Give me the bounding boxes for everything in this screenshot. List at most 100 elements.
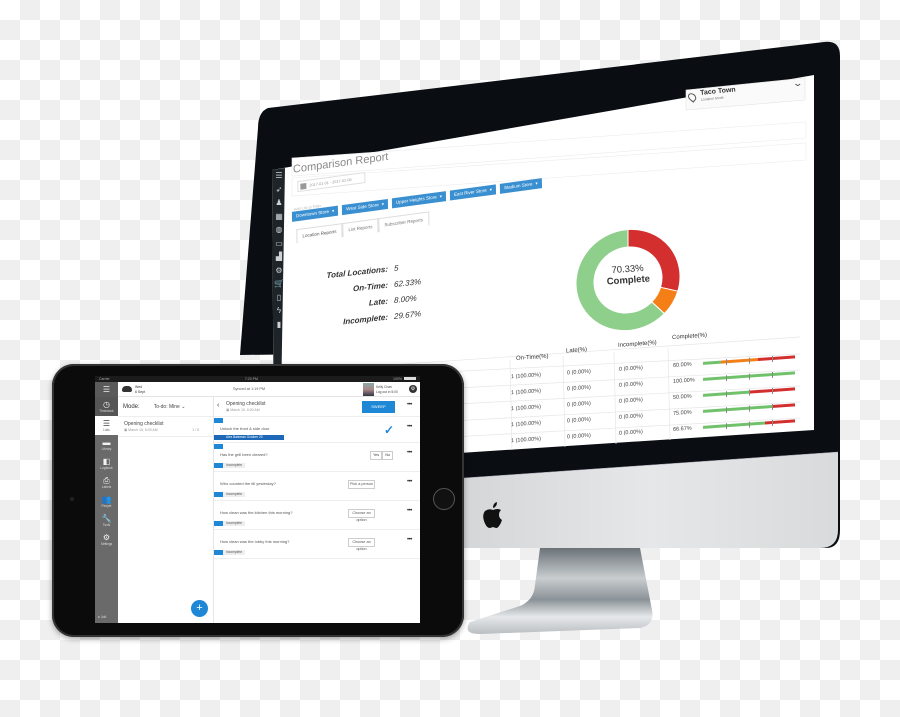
printer-icon: ⎙ <box>103 476 110 485</box>
remove-tag-icon[interactable]: ▾ <box>490 187 492 192</box>
bar-tick <box>772 403 773 410</box>
mode-selector[interactable]: Mode: To-do: Mine ⌄ <box>118 397 213 417</box>
menu-icon[interactable]: ☰ <box>95 382 118 397</box>
clipboard-icon[interactable]: ▯ <box>277 292 281 304</box>
completion-bar <box>703 355 795 365</box>
sync-status: Synced at 1:19 PM <box>233 387 266 391</box>
complete-cell: 66.67% <box>673 425 692 433</box>
cloud-weather-icon <box>122 386 132 392</box>
completion-bar <box>703 419 795 429</box>
task-item: How clean was the kitchen this morning? I… <box>214 501 420 530</box>
task-item: Has the grill been cleared? Incomplete Yes… <box>214 443 420 472</box>
on-time-cell: 1 (100.00%) <box>511 436 541 445</box>
bar-tick <box>772 371 773 378</box>
remove-tag-icon[interactable]: ▾ <box>332 208 334 213</box>
completion-bar-segment <box>764 419 795 425</box>
rocket-icon[interactable]: ➶ <box>276 184 283 196</box>
bar-tick <box>749 421 750 428</box>
task-item: Who counted the till yesterday? Incomplet… <box>214 472 420 501</box>
more-options-icon[interactable]: ••• <box>407 537 412 543</box>
sidebar-item-label: Logbook <box>100 466 113 470</box>
detail-header: ‹ Opening checklist ▣ March 15, 6:00 AM … <box>214 397 420 417</box>
more-options-icon[interactable]: ••• <box>407 508 412 514</box>
completion-bar-segment <box>703 405 772 413</box>
tablet-screen: Carrier 7:20 PM 100% ☰ Wed 6 Sept Synced… <box>95 376 420 623</box>
summary-stats: Total Locations: 5 On-Time: 62.33% Late: 8.… <box>318 261 422 329</box>
back-chevron-icon[interactable]: ‹ <box>217 402 219 409</box>
chevron-down-icon[interactable]: ⌄ <box>792 78 803 89</box>
remove-tag-icon[interactable]: ▾ <box>535 181 537 186</box>
task-question: Who counted the till yesterday? <box>220 481 276 486</box>
task-item: How clean was the lobby this morning? Inc… <box>214 530 420 559</box>
gear-icon[interactable]: ⚙ <box>409 385 417 393</box>
donut-center-label: 70.33% Complete <box>597 262 658 288</box>
user-info[interactable]: Kelly Chan Log out in 5:00 <box>376 385 398 394</box>
task-flag-icon <box>214 418 223 423</box>
battery-text: 100% <box>393 377 402 381</box>
task-status-badge: Incomplete <box>214 521 246 526</box>
late-cell: 0 (0.00%) <box>567 368 591 377</box>
yes-no-toggle: Yes No <box>370 451 394 460</box>
complete-cell: 75.00% <box>673 409 692 417</box>
checkmark-icon[interactable]: ✓ <box>384 423 394 437</box>
yes-button[interactable]: Yes <box>370 451 383 460</box>
sidebar-item-library[interactable]: ▬ Library <box>95 435 118 454</box>
complete-cell: 100.00% <box>673 377 695 385</box>
bar-tick <box>726 374 727 381</box>
calendar-icon[interactable]: ▦ <box>275 211 283 223</box>
task-select[interactable]: Pick a person <box>348 480 375 489</box>
chevron-down-icon: ⌄ <box>181 403 186 410</box>
bar-tick <box>749 357 750 364</box>
sidebar-item-logbook[interactable]: ◧ Logbook <box>95 454 118 473</box>
list-icon: ☰ <box>102 419 111 428</box>
task-question: How clean was the lobby this morning? <box>220 539 290 544</box>
bar-tick <box>726 358 727 365</box>
bar-tick <box>726 422 727 429</box>
clock-icon: ◷ <box>103 400 110 409</box>
no-button[interactable]: No <box>382 451 394 460</box>
mode-label: Mode: <box>123 403 140 410</box>
more-options-icon[interactable]: ••• <box>407 424 412 430</box>
completion-bar <box>703 387 795 397</box>
task-select[interactable]: Choose an option <box>348 538 375 551</box>
remove-tag-icon[interactable]: ▾ <box>440 194 442 199</box>
inbox-icon[interactable]: ▭ <box>275 238 283 250</box>
bolt-icon[interactable]: ϟ <box>277 305 281 317</box>
summary-label: Late: <box>368 296 388 308</box>
sidebar-item-labels[interactable]: ⎙ Labels <box>95 473 118 492</box>
late-cell: 0 (0.00%) <box>567 416 591 425</box>
user-avatar[interactable] <box>363 383 374 396</box>
add-button[interactable]: + <box>191 600 208 617</box>
sidebar-item-lists[interactable]: ☰ Lists <box>95 416 118 435</box>
more-options-icon[interactable]: ••• <box>407 450 412 456</box>
list-item[interactable]: Opening checklist ▣ March 15, 6:00 AM 1 … <box>118 417 213 437</box>
task-select[interactable]: Choose an option <box>348 509 375 522</box>
sidebar-item-people[interactable]: 👥 People <box>95 492 118 511</box>
more-options-icon[interactable]: ••• <box>407 479 412 485</box>
sidebar-item-tools[interactable]: 🔧 Tools <box>95 511 118 530</box>
completion-bar-segment <box>772 403 795 409</box>
mode-value[interactable]: To-do: Mine ⌄ <box>154 404 186 410</box>
users-icon[interactable]: ♟ <box>275 197 282 209</box>
battery-icon[interactable]: ▮ <box>277 319 281 331</box>
incomplete-cell: 0 (0.00%) <box>619 413 643 421</box>
complete-cell: 60.00% <box>673 361 692 369</box>
menu-icon[interactable]: ☰ <box>275 170 282 182</box>
sidebar-item-label: Labels <box>101 485 112 489</box>
cart-icon[interactable]: 🛒 <box>274 278 284 290</box>
sidebar-item-settings[interactable]: ⚙ Settings <box>95 530 118 549</box>
globe-icon[interactable]: ◍ <box>276 224 283 236</box>
completion-bar <box>703 403 795 413</box>
status-time: 7:20 PM <box>244 377 258 381</box>
bar-chart-icon[interactable]: ▟ <box>276 251 282 263</box>
sweep-button[interactable]: SWEEP <box>362 401 395 413</box>
more-options-icon[interactable]: ••• <box>407 402 412 408</box>
tablet-camera <box>70 497 74 501</box>
on-time-cell: 1 (100.00%) <box>511 420 541 429</box>
settings-icon[interactable]: ⚙ <box>275 265 282 277</box>
tablet-home-button[interactable] <box>433 488 455 510</box>
app-sidebar: ☰ ➶ ♟ ▦ ◍ ▭ ▟ ⚙ 🛒 ▯ ϟ ▮ <box>273 170 285 330</box>
remove-tag-icon[interactable]: ▾ <box>382 201 384 206</box>
sidebar-item-timeclock[interactable]: ◷ Timeclock <box>95 397 118 416</box>
checklist-list: Mode: To-do: Mine ⌄ Opening checklist ▣ … <box>118 397 214 623</box>
